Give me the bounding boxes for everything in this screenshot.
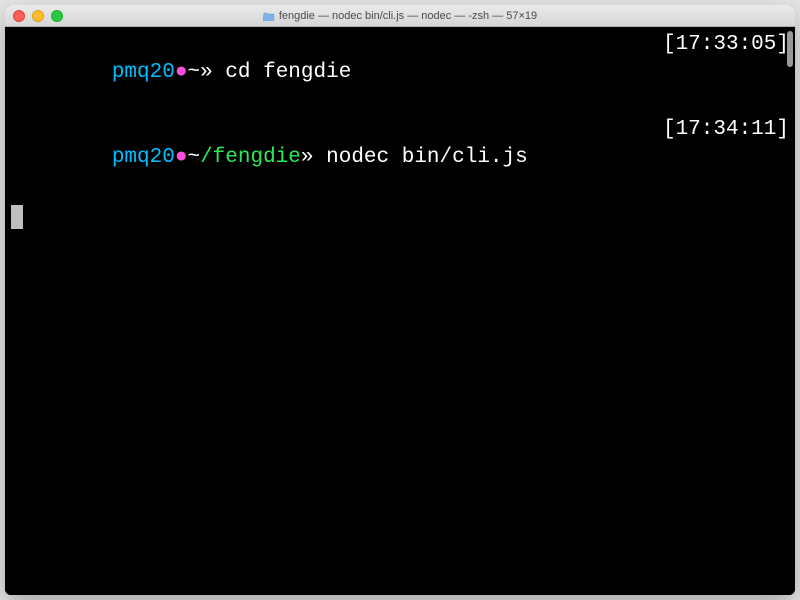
- prompt-tilde: ~: [187, 146, 200, 169]
- minimize-icon[interactable]: [32, 10, 44, 22]
- terminal-window: fengdie — nodec bin/cli.js — nodec — -zs…: [5, 5, 795, 595]
- command-text: nodec bin/cli.js: [326, 146, 528, 169]
- cursor-icon: [11, 205, 23, 229]
- cursor-line: [11, 201, 789, 229]
- window-title-text: fengdie — nodec bin/cli.js — nodec — -zs…: [279, 10, 537, 22]
- prompt-arrows: »: [301, 146, 314, 169]
- command-text: cd fengdie: [225, 61, 351, 84]
- prompt-path: /fengdie: [200, 146, 301, 169]
- prompt-tilde: ~: [187, 61, 200, 84]
- window-title: fengdie — nodec bin/cli.js — nodec — -zs…: [5, 10, 795, 22]
- scrollbar[interactable]: [787, 31, 793, 67]
- timestamp: [17:34:11]: [663, 116, 789, 201]
- prompt-dot-icon: ●: [175, 146, 188, 169]
- prompt-user: pmq20: [112, 61, 175, 84]
- traffic-lights: [13, 10, 63, 22]
- prompt-dot-icon: ●: [175, 61, 188, 84]
- folder-icon: [263, 11, 275, 21]
- close-icon[interactable]: [13, 10, 25, 22]
- terminal-line: pmq20●~» cd fengdie [17:33:05]: [11, 31, 789, 116]
- prompt-arrows: »: [200, 61, 213, 84]
- terminal-body[interactable]: pmq20●~» cd fengdie [17:33:05] pmq20●~/f…: [5, 27, 795, 595]
- timestamp: [17:33:05]: [663, 31, 789, 116]
- terminal-line: pmq20●~/fengdie» nodec bin/cli.js [17:34…: [11, 116, 789, 201]
- titlebar[interactable]: fengdie — nodec bin/cli.js — nodec — -zs…: [5, 5, 795, 27]
- maximize-icon[interactable]: [51, 10, 63, 22]
- prompt-user: pmq20: [112, 146, 175, 169]
